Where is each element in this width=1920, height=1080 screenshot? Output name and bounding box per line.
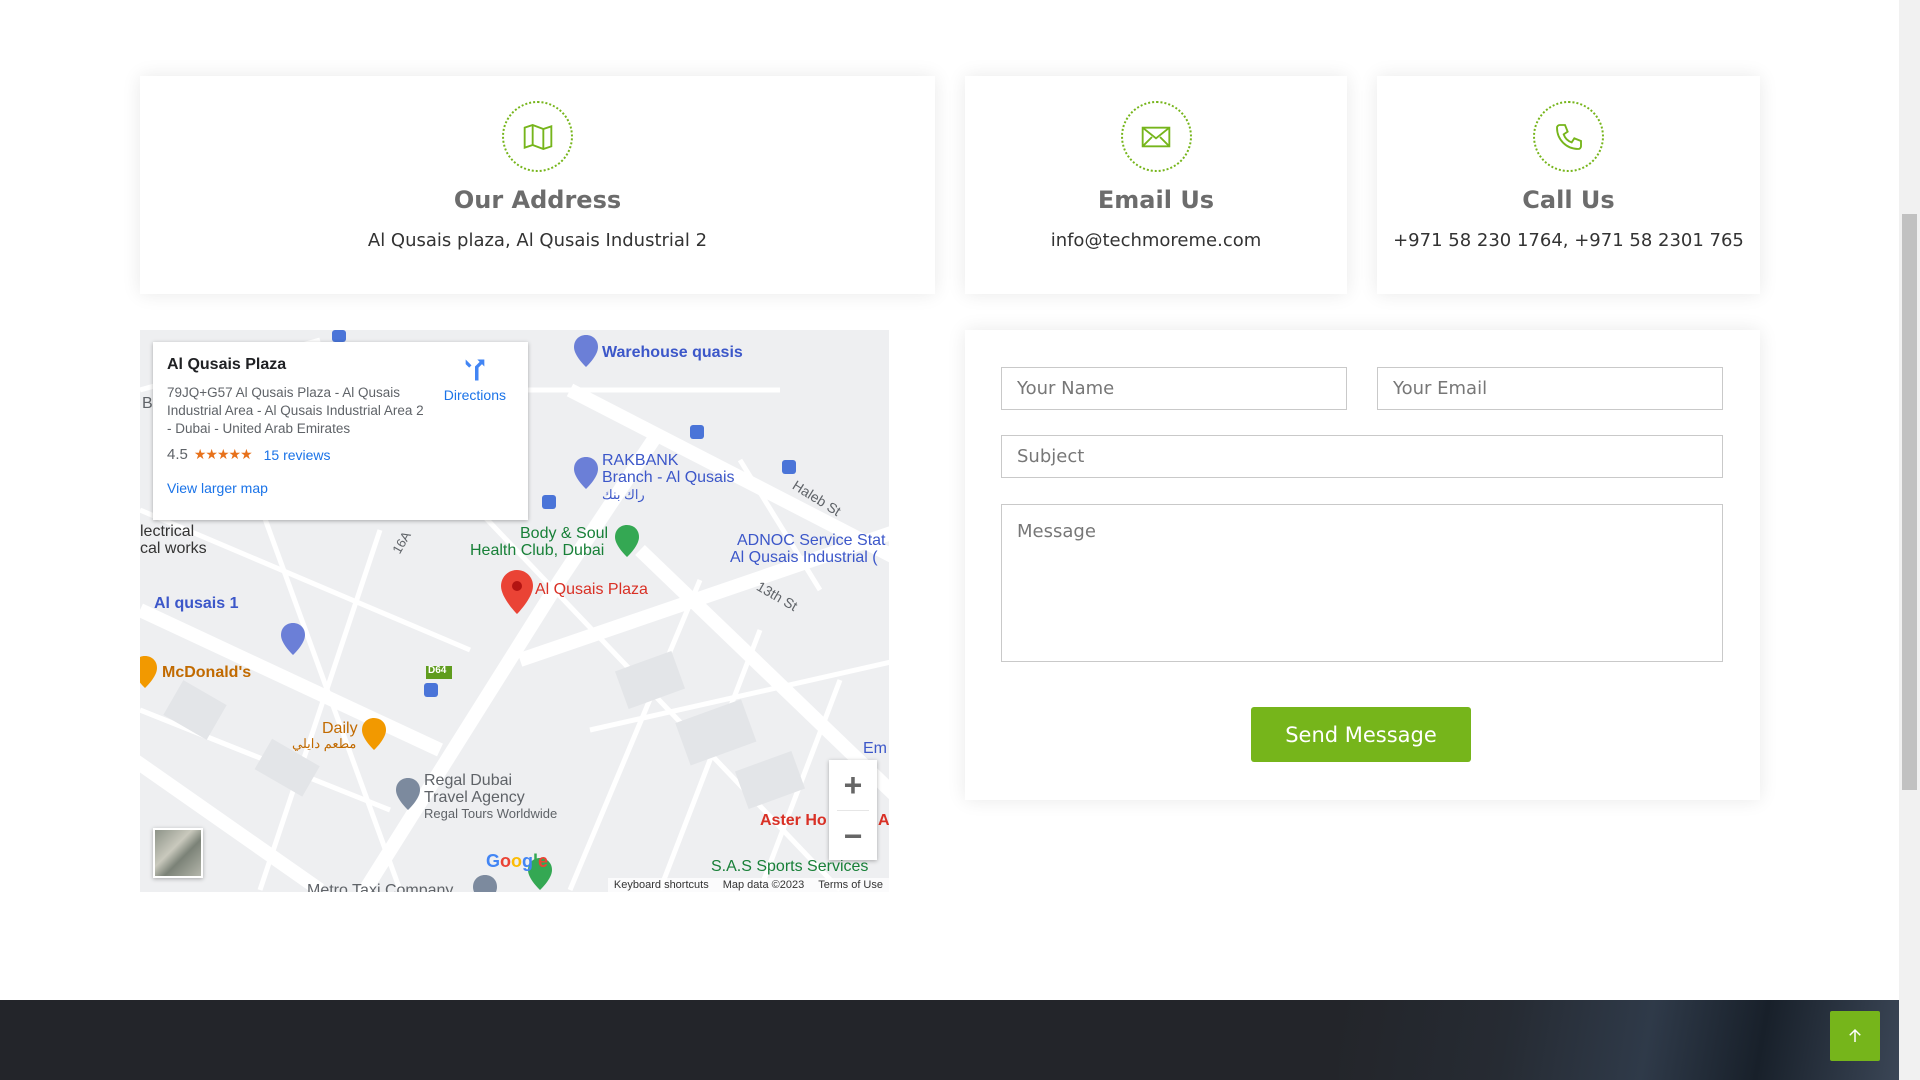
map-label-b: B	[142, 395, 153, 412]
back-to-top-button[interactable]	[1830, 1011, 1880, 1061]
map-label-electrical-works: cal works	[140, 540, 207, 557]
directions-label: Directions	[443, 387, 506, 403]
map-label-regal-agency: Travel Agency	[424, 789, 525, 806]
map-label-rakbank-branch: Branch - Al Qusais	[602, 469, 735, 486]
map-label-al-qusais-1: Al qusais 1	[154, 595, 239, 612]
contact-form: Your Name Your Email Subject Message Sen…	[965, 330, 1760, 800]
map-label-aster: Aster Ho	[760, 812, 827, 829]
scrollbar-thumb[interactable]	[1902, 214, 1917, 790]
phone-title: Call Us	[1522, 186, 1615, 214]
directions-button[interactable]: Directions	[444, 356, 506, 403]
map-label-body-soul: Body & Soul	[520, 525, 609, 542]
zoom-in-button[interactable]: +	[829, 760, 877, 810]
map-label-daily-ar: مطعم دايلي	[292, 736, 357, 751]
map-label-rakbank-ar: راك بنك	[602, 487, 645, 502]
map-rating: 4.5 ★★★★★ 15 reviews	[167, 446, 514, 463]
phone-card: Call Us +971 58 230 1764, +971 58 2301 7…	[1377, 76, 1760, 294]
phone-text[interactable]: +971 58 230 1764, +971 58 2301 765	[1377, 230, 1760, 251]
address-card: Our Address Al Qusais plaza, Al Qusais I…	[140, 76, 935, 294]
keyboard-shortcuts-link[interactable]: Keyboard shortcuts	[614, 879, 709, 891]
directions-icon	[465, 359, 485, 381]
map-label-em: Em	[863, 740, 887, 757]
page-scrollbar[interactable]	[1899, 0, 1920, 1080]
map-label-d64: D64	[428, 665, 447, 676]
map-label-health-club: Health Club, Dubai	[470, 542, 605, 559]
map-label-electrical: lectrical	[140, 523, 195, 540]
view-larger-map-link[interactable]: View larger map	[167, 480, 268, 496]
google-logo: Google	[486, 851, 549, 871]
subject-input[interactable]: Subject	[1001, 435, 1723, 478]
map-reviews-link[interactable]: 15 reviews	[264, 447, 331, 463]
map-label-regal-tours: Regal Tours Worldwide	[424, 806, 558, 821]
google-map[interactable]: Warehouse quasis RAKBANK Branch - Al Qus…	[140, 330, 889, 892]
map-rating-value: 4.5	[167, 446, 188, 463]
address-text: Al Qusais plaza, Al Qusais Industrial 2	[367, 230, 708, 251]
map-label-adnoc-area: Al Qusais Industrial (	[730, 549, 878, 566]
map-icon	[502, 101, 573, 172]
email-card: Email Us info@techmoreme.com	[965, 76, 1347, 294]
map-label-warehouse: Warehouse quasis	[602, 344, 743, 361]
message-textarea[interactable]: Message	[1001, 504, 1723, 662]
email-text[interactable]: info@techmoreme.com	[965, 230, 1347, 251]
arrow-up-icon	[1849, 1028, 1861, 1042]
map-label-adnoc: ADNOC Service Stat	[737, 532, 886, 549]
map-label-mcdonalds: McDonald's	[162, 664, 252, 681]
map-info-window: Al Qusais Plaza 79JQ+G57 Al Qusais Plaza…	[153, 342, 528, 520]
site-footer	[0, 1000, 1899, 1080]
address-title: Our Address	[453, 186, 622, 214]
footer-background-image	[1339, 1000, 1899, 1080]
zoom-control: + −	[829, 760, 877, 860]
terms-link[interactable]: Terms of Use	[818, 879, 883, 891]
map-label-regal: Regal Dubai	[424, 772, 513, 789]
map-rating-stars: ★★★★★	[193, 446, 253, 462]
phone-icon	[1533, 101, 1604, 172]
map-place-address: 79JQ+G57 Al Qusais Plaza - Al Qusais Ind…	[167, 385, 424, 436]
map-pin-label[interactable]: Al Qusais Plaza	[535, 581, 648, 599]
name-input[interactable]: Your Name	[1001, 367, 1347, 410]
email-input[interactable]: Your Email	[1377, 367, 1723, 410]
map-footer: Keyboard shortcuts Map data ©2023 Terms …	[607, 878, 889, 892]
map-data-text: Map data ©2023	[722, 879, 805, 891]
send-message-button[interactable]: Send Message	[1251, 707, 1471, 762]
zoom-out-button[interactable]: −	[829, 811, 877, 861]
map-label-metro: Metro Taxi Company	[307, 882, 454, 892]
satellite-toggle[interactable]	[153, 828, 203, 878]
map-label-aster-a: A	[878, 812, 889, 829]
envelope-icon	[1120, 101, 1192, 172]
map-label-rakbank: RAKBANK	[602, 452, 679, 469]
email-title: Email Us	[1097, 186, 1215, 214]
